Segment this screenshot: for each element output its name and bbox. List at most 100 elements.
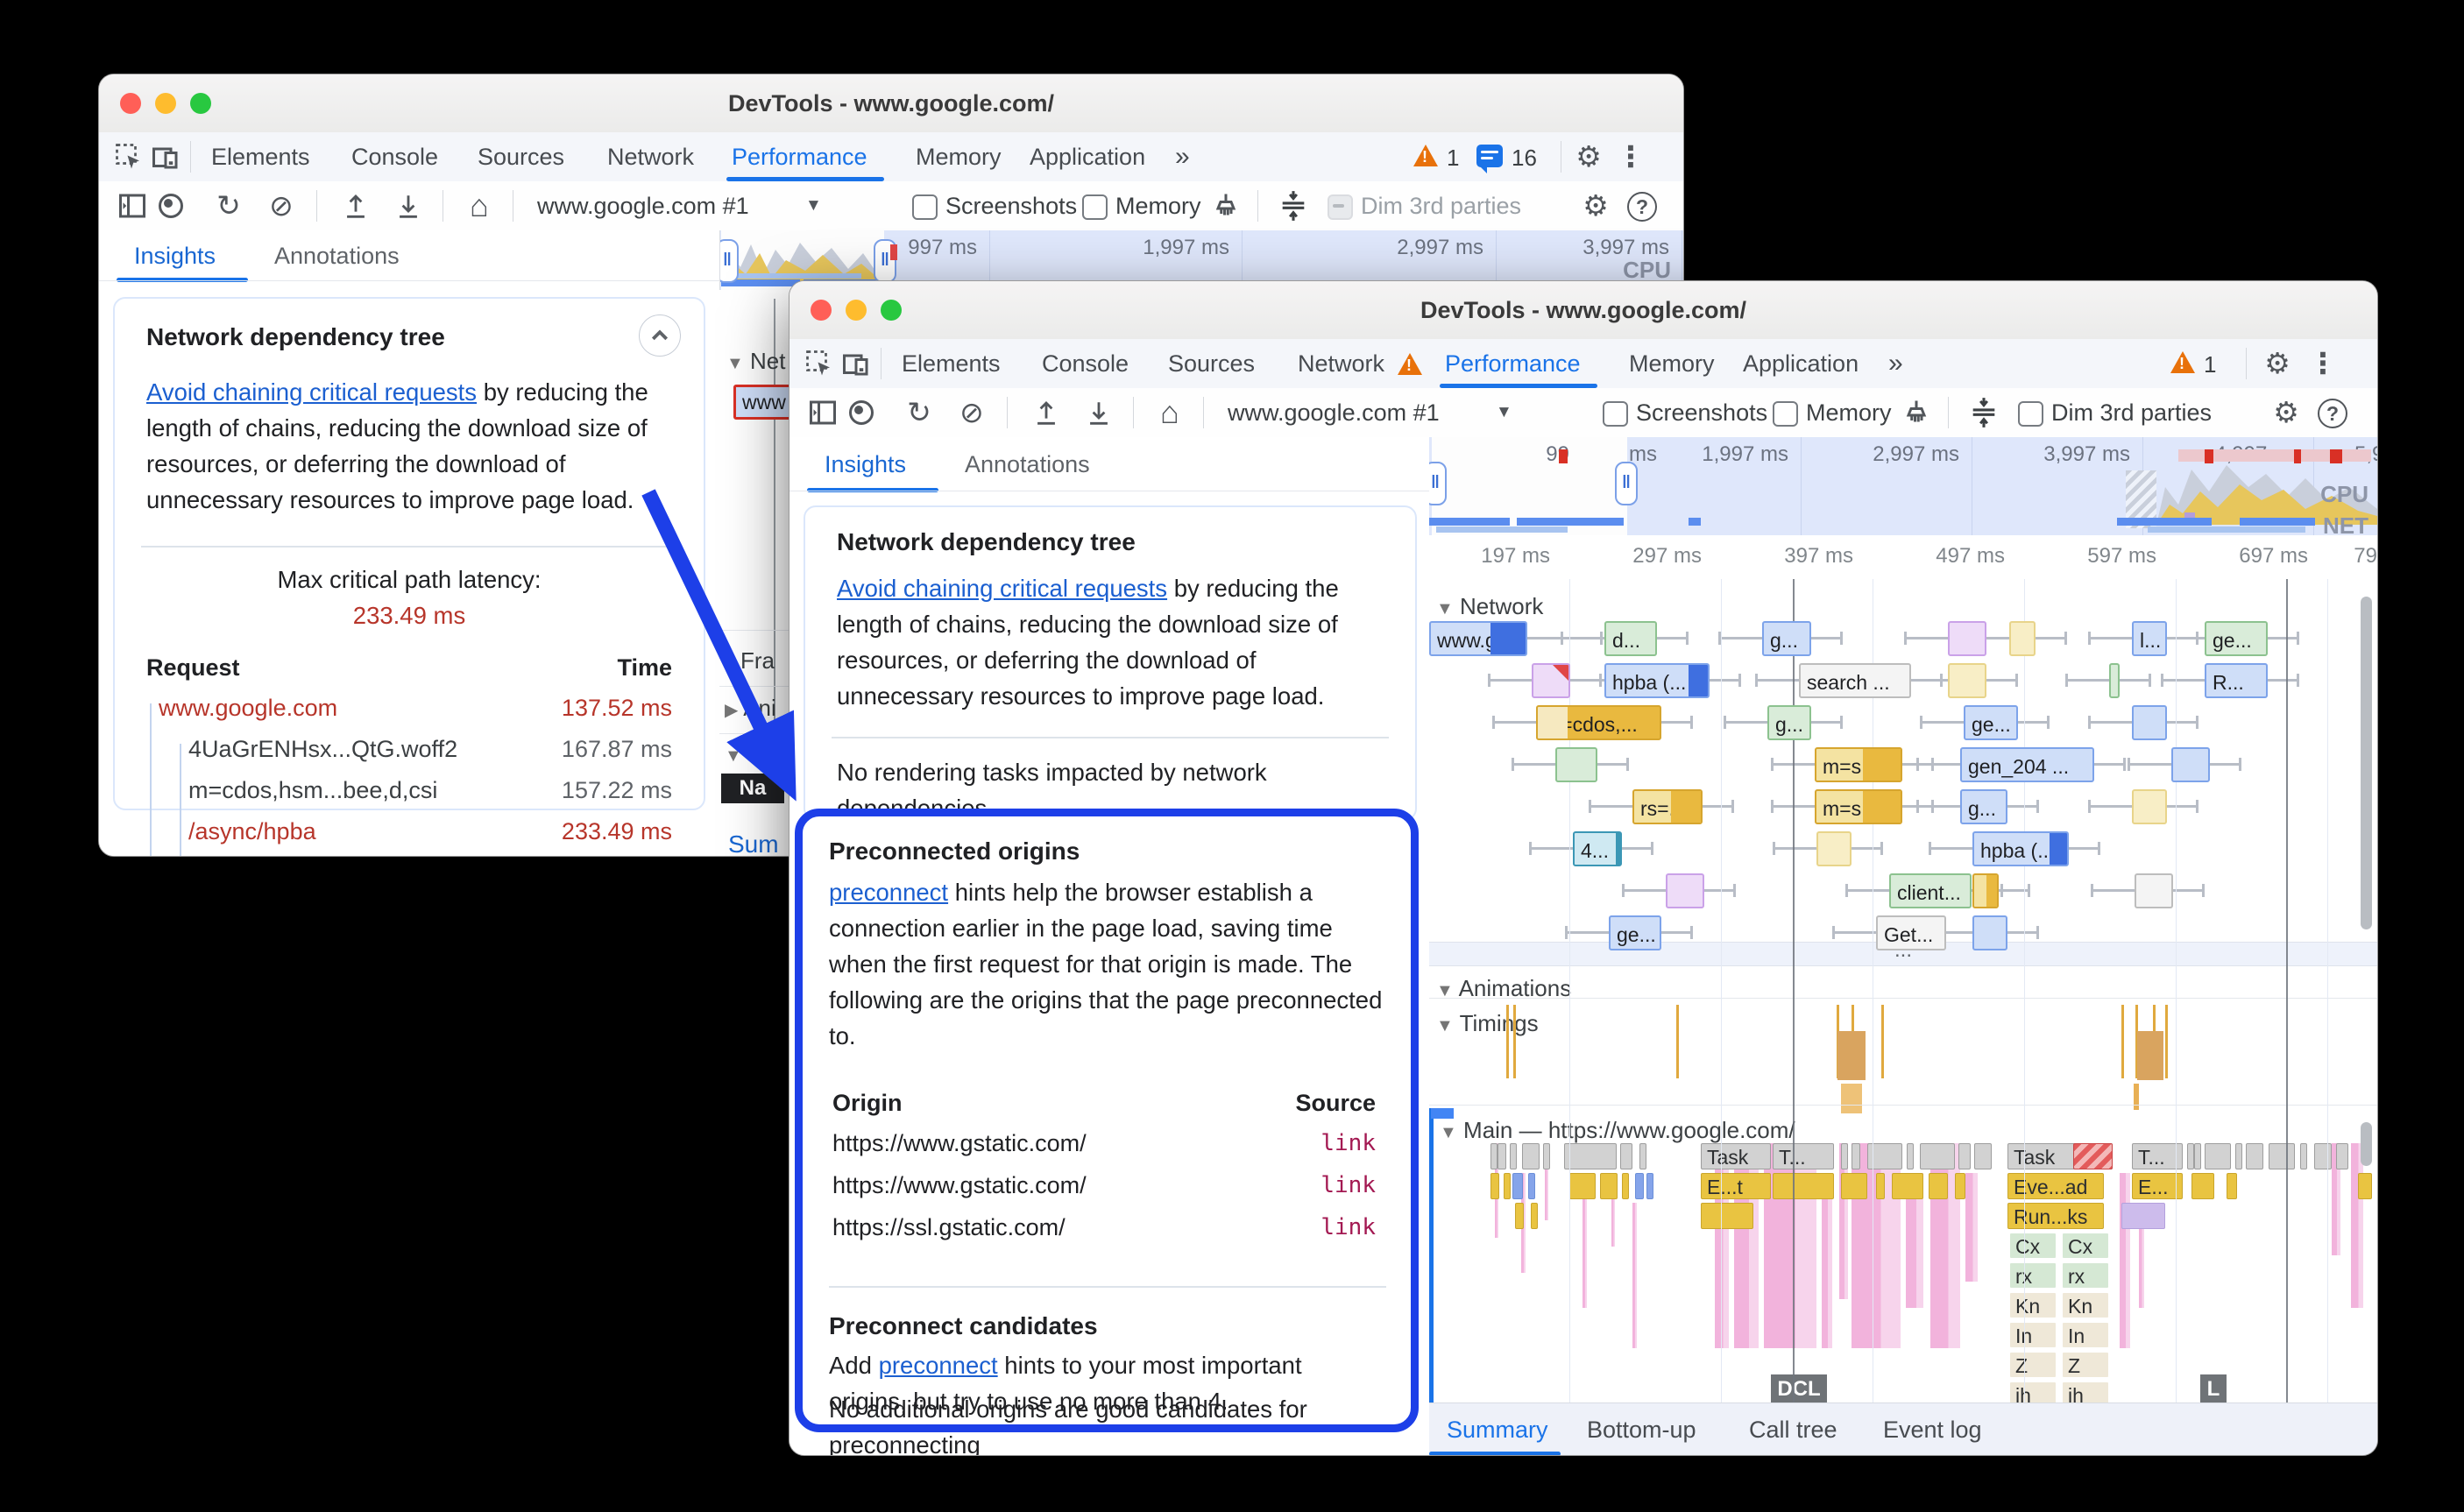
tab-summary[interactable]: Summary [1447, 1403, 1548, 1456]
task-bar[interactable] [1510, 1143, 1517, 1169]
tab-console[interactable]: Console [351, 132, 438, 181]
network-request-bar[interactable] [1666, 873, 1704, 908]
task-bar[interactable] [1490, 1143, 1498, 1169]
flame-bar[interactable] [2358, 1173, 2372, 1199]
tab-elements[interactable]: Elements [211, 132, 310, 181]
network-request-bar[interactable] [1532, 663, 1570, 698]
network-request-bar[interactable]: www.g... [1429, 621, 1527, 656]
panel-toggle-icon[interactable] [117, 190, 148, 222]
task-bar[interactable]: Task [1701, 1143, 1771, 1169]
task-bar[interactable] [2235, 1143, 2242, 1169]
flame-bar[interactable]: rx [2009, 1262, 2057, 1289]
avoid-chaining-link[interactable]: Avoid chaining critical requests [146, 378, 477, 406]
request-row[interactable]: m=cdos,hsm...bee,d,csi [188, 777, 437, 804]
flame-bar[interactable] [1622, 1173, 1629, 1199]
task-bar[interactable] [1974, 1143, 1992, 1169]
flame-bar[interactable] [1600, 1173, 1618, 1199]
issues-icon[interactable] [1476, 145, 1503, 167]
flame-bar[interactable]: In [2062, 1322, 2109, 1348]
upload-icon[interactable] [341, 192, 372, 223]
record-icon[interactable] [159, 194, 183, 218]
network-request-bar[interactable] [1948, 621, 1986, 656]
reload-icon[interactable]: ↻ [902, 393, 937, 432]
tab-sources[interactable]: Sources [1168, 339, 1255, 388]
tab-network[interactable]: Network [607, 132, 694, 181]
task-bar[interactable] [1907, 1143, 1914, 1169]
overview-drag-handle[interactable]: ‖ [1615, 462, 1638, 505]
gc-brush-icon[interactable] [1210, 190, 1242, 222]
settings-gear-icon[interactable]: ⚙ [1578, 187, 1613, 225]
download-icon[interactable] [1084, 399, 1115, 430]
task-bar[interactable] [2336, 1143, 2348, 1169]
task-bar[interactable] [1543, 1143, 1550, 1169]
clear-icon[interactable]: ⊘ [264, 187, 299, 225]
task-bar[interactable] [1620, 1143, 1632, 1169]
settings-gear-icon[interactable]: ⚙ [1571, 138, 1606, 176]
tab-event-log[interactable]: Event log [1883, 1403, 1982, 1456]
timeline-overview[interactable]: 1,997 ms2,997 ms3,997 ms4,997 ms5,999ms‖… [1429, 437, 2377, 535]
tab-application[interactable]: Application [1030, 132, 1145, 181]
flame-bar[interactable]: Cx [2062, 1233, 2109, 1259]
memory-checkbox[interactable] [1082, 194, 1108, 220]
flame-bar[interactable] [1929, 1173, 1948, 1199]
network-track-label[interactable]: ▼ Net [726, 348, 786, 375]
origin-row[interactable]: https://www.gstatic.com/ [832, 1130, 1087, 1157]
avoid-chaining-link[interactable]: Avoid chaining critical requests [837, 575, 1167, 602]
flame-bar[interactable] [1490, 1173, 1499, 1199]
flame-bar[interactable] [1531, 1203, 1538, 1229]
flame-bar[interactable]: E...t [1701, 1173, 1771, 1199]
network-request-bar[interactable]: hpba (... [1972, 831, 2069, 866]
timings-track-label[interactable]: ▼ Ti [725, 740, 766, 767]
task-bar[interactable] [1852, 1143, 1860, 1169]
clear-icon[interactable]: ⊘ [954, 393, 989, 432]
inspect-icon[interactable] [113, 141, 145, 173]
panel-toggle-icon[interactable] [807, 397, 839, 428]
overview-drag-handle[interactable]: ‖ [1429, 462, 1447, 505]
network-request-bar[interactable]: R... [2205, 663, 2268, 698]
flame-bar[interactable] [1512, 1173, 1523, 1199]
task-bar[interactable] [2246, 1143, 2263, 1169]
network-request-bar[interactable] [2171, 747, 2210, 782]
task-bar[interactable] [2187, 1143, 2194, 1169]
network-request-bar[interactable] [1972, 873, 1999, 908]
target-selector[interactable]: www.google.com #1 [537, 181, 749, 230]
request-row[interactable]: /async/hpba [188, 818, 316, 845]
flame-bar[interactable]: In [2009, 1322, 2057, 1348]
task-bar[interactable] [1639, 1143, 1646, 1169]
flame-bar[interactable]: Kn [2009, 1292, 2057, 1318]
record-icon[interactable] [849, 400, 874, 425]
task-bar[interactable] [1564, 1143, 1617, 1169]
origin-row[interactable]: https://ssl.gstatic.com/ [832, 1214, 1066, 1241]
flame-bar[interactable]: ih [2009, 1381, 2057, 1402]
help-icon[interactable]: ? [1627, 192, 1657, 222]
collapse-chevron-button[interactable] [639, 314, 681, 357]
task-bar[interactable] [1841, 1143, 1848, 1169]
device-toolbar-icon[interactable] [840, 348, 872, 379]
network-request-bar[interactable]: m=cdos,... [1536, 705, 1661, 740]
tab-insights[interactable]: Insights [825, 441, 906, 488]
network-request-bar[interactable]: rs=... [1632, 789, 1703, 824]
task-bar[interactable] [1920, 1143, 1955, 1169]
flame-bar[interactable] [1841, 1173, 1867, 1199]
network-request-bar[interactable] [2109, 663, 2120, 698]
collapse-icon[interactable] [1277, 188, 1308, 220]
flame-bar[interactable] [1635, 1173, 1644, 1199]
task-bar[interactable] [1958, 1143, 1971, 1169]
network-request-bar[interactable]: hpba (... [1604, 663, 1710, 698]
home-icon[interactable]: ⌂ [462, 187, 497, 225]
network-request-bar[interactable]: g... [1762, 621, 1811, 656]
tab-elements[interactable]: Elements [902, 339, 1001, 388]
network-request-bar[interactable]: ge... [1609, 915, 1661, 950]
flame-bar[interactable] [1504, 1173, 1511, 1199]
track-area[interactable]: ▼ Network www.g...d...g...l...ge...hpba … [1429, 579, 2377, 1402]
more-tabs-icon[interactable]: » [1175, 132, 1190, 181]
preconnect-link[interactable]: preconnect [829, 879, 948, 906]
task-bar[interactable]: T... [1773, 1143, 1834, 1169]
flame-bar[interactable] [1773, 1173, 1834, 1199]
reload-icon[interactable]: ↻ [211, 187, 246, 225]
network-request-bar[interactable]: g... [1960, 789, 2007, 824]
inspect-icon[interactable] [804, 348, 835, 379]
network-request-bar[interactable]: d... [1604, 621, 1657, 656]
task-bar[interactable] [1498, 1143, 1506, 1169]
task-bar[interactable] [2269, 1143, 2295, 1169]
